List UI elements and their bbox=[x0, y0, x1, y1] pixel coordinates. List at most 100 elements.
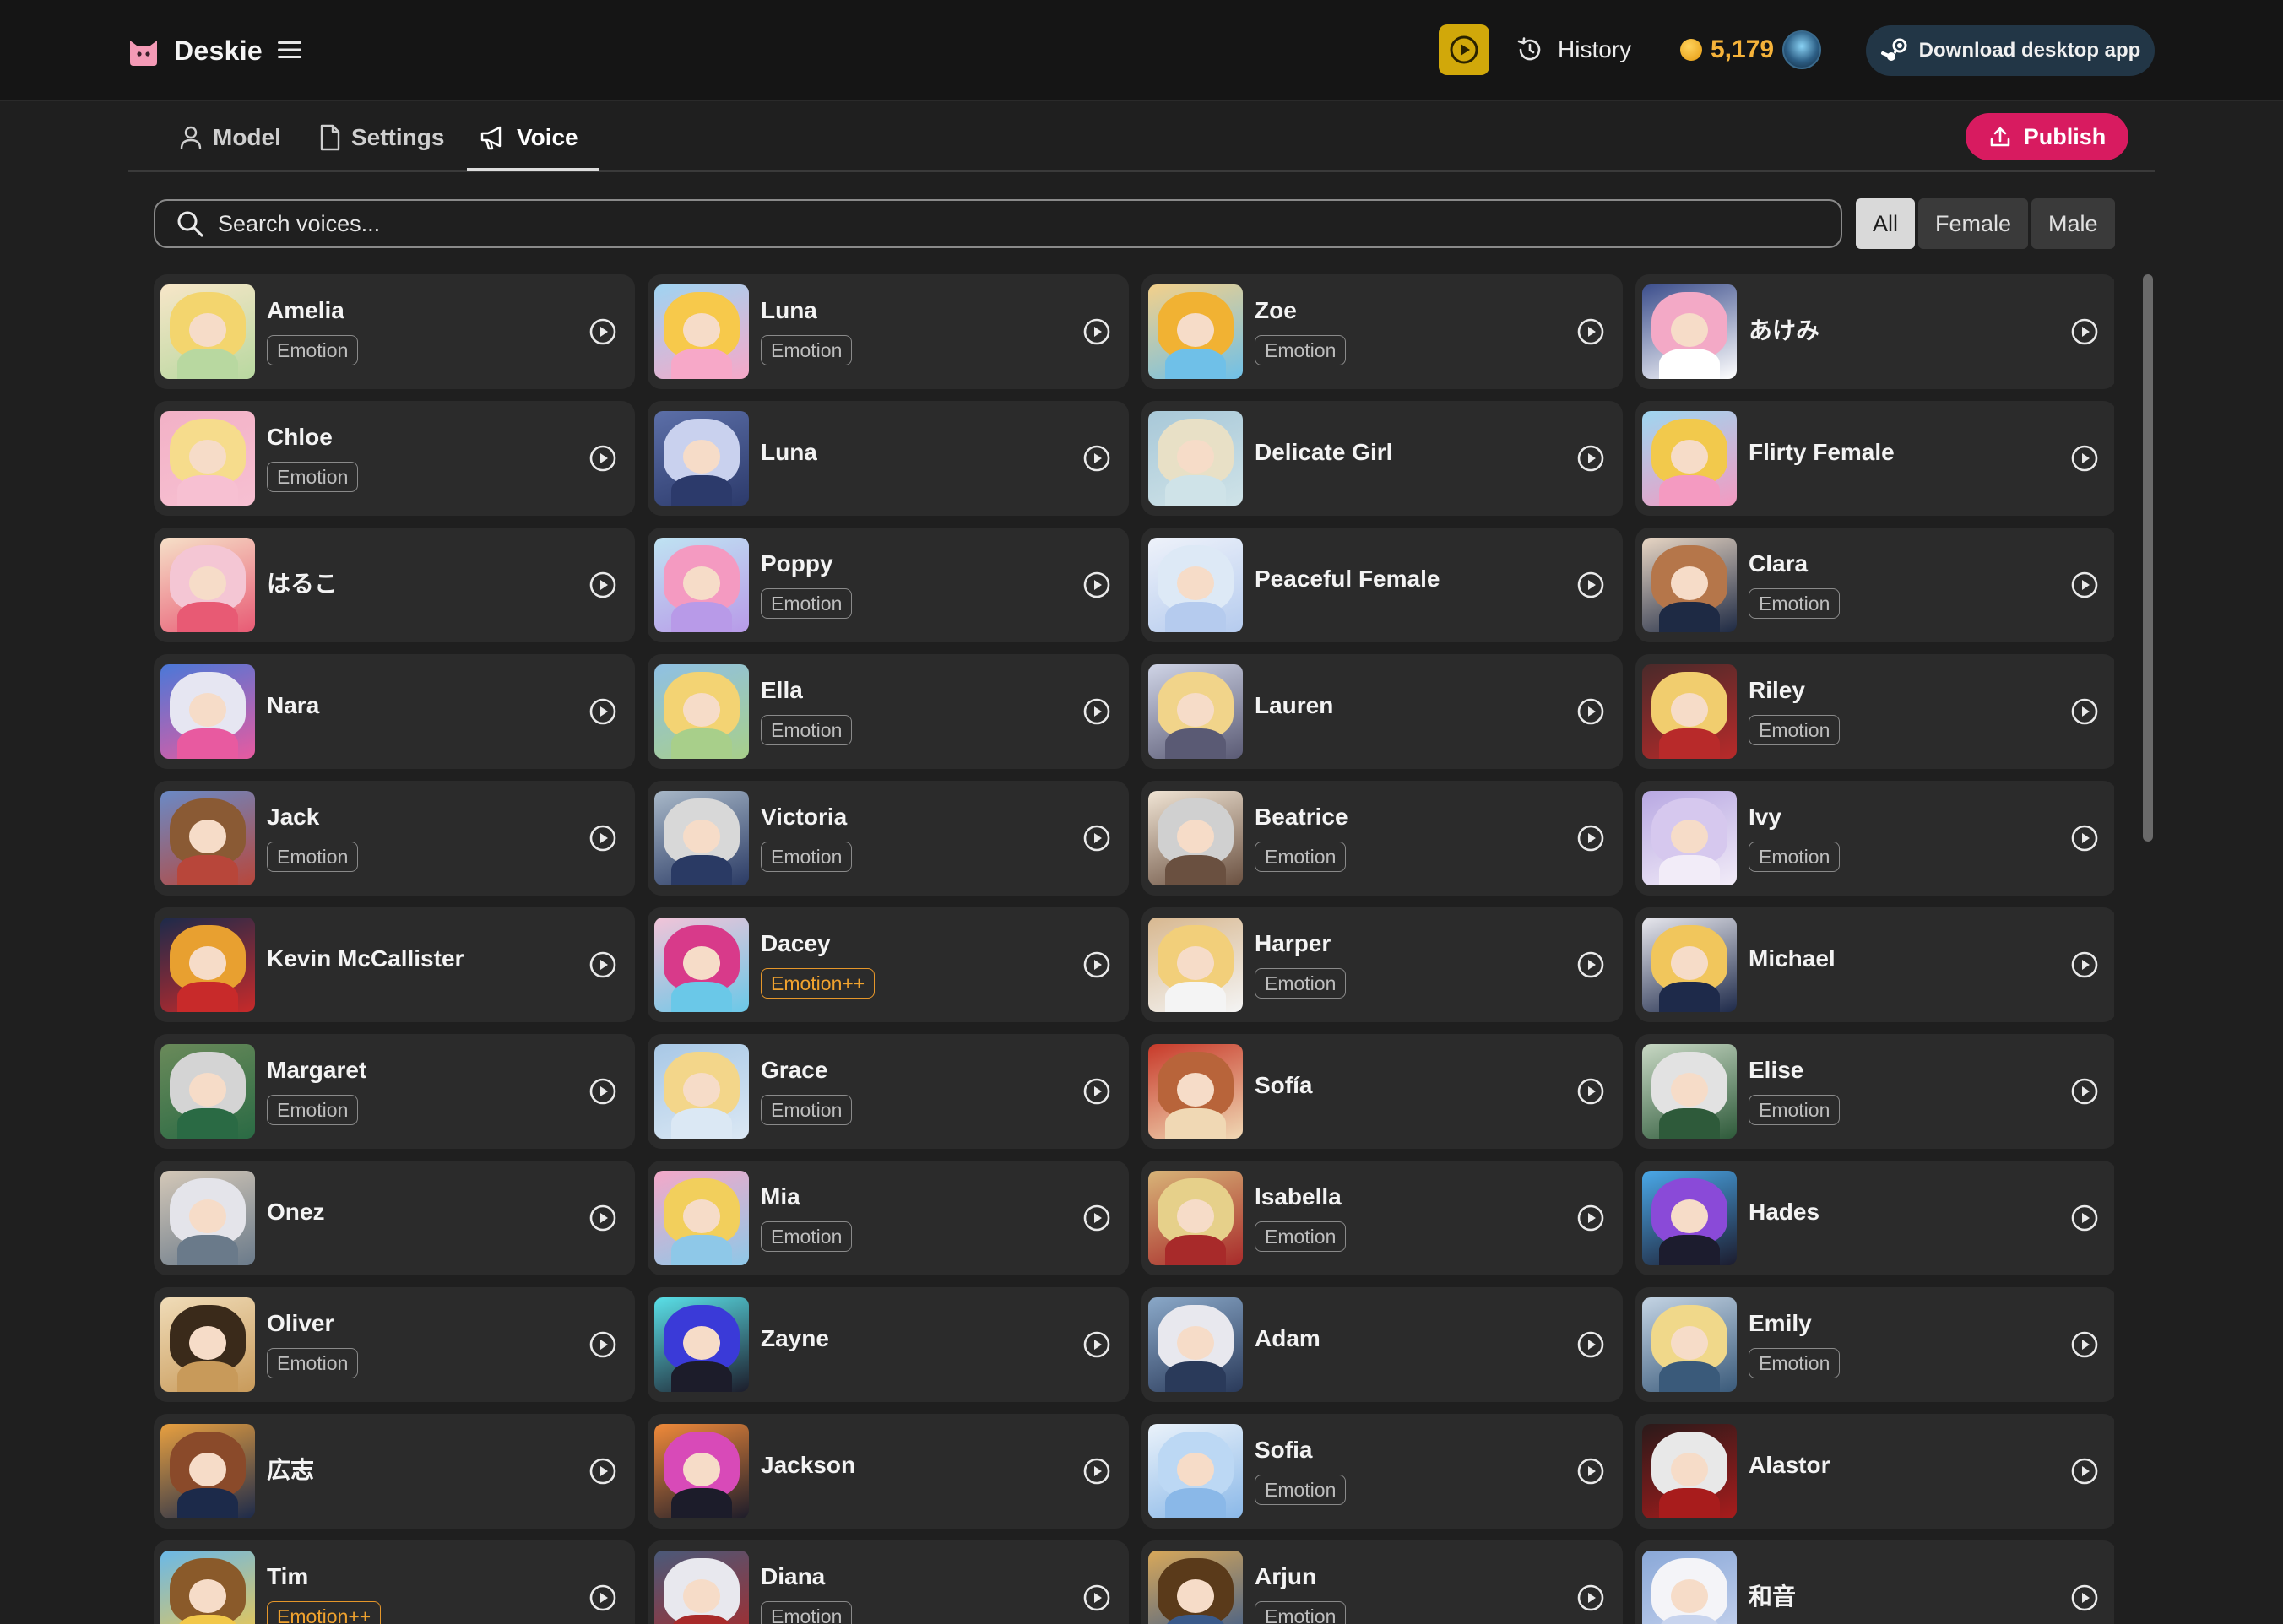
play-preview-icon[interactable] bbox=[588, 1583, 618, 1613]
voice-card[interactable]: Diana Emotion bbox=[648, 1540, 1129, 1624]
filter-female[interactable]: Female bbox=[1918, 198, 2029, 249]
search-input[interactable] bbox=[218, 210, 1841, 237]
voice-card[interactable]: Nara bbox=[154, 654, 635, 769]
voice-card[interactable]: Sofia Emotion bbox=[1142, 1414, 1623, 1529]
play-preview-icon[interactable] bbox=[2069, 1583, 2100, 1613]
play-preview-icon[interactable] bbox=[588, 823, 618, 853]
voice-card[interactable]: Peaceful Female bbox=[1142, 528, 1623, 642]
voice-card[interactable]: Margaret Emotion bbox=[154, 1034, 635, 1149]
user-avatar[interactable] bbox=[1782, 30, 1822, 69]
play-preview-icon[interactable] bbox=[1575, 317, 1606, 347]
play-button[interactable] bbox=[1439, 24, 1489, 75]
play-preview-icon[interactable] bbox=[1575, 696, 1606, 727]
voice-card[interactable]: Hades bbox=[1635, 1161, 2114, 1275]
voice-card[interactable]: Isabella Emotion bbox=[1142, 1161, 1623, 1275]
voice-card[interactable]: Tim Emotion++ bbox=[154, 1540, 635, 1624]
play-preview-icon[interactable] bbox=[588, 1329, 618, 1360]
play-preview-icon[interactable] bbox=[1575, 823, 1606, 853]
voice-card[interactable]: Grace Emotion bbox=[648, 1034, 1129, 1149]
voice-card[interactable]: 和音 bbox=[1635, 1540, 2114, 1624]
coin-balance[interactable]: 5,179 bbox=[1680, 29, 1822, 71]
play-preview-icon[interactable] bbox=[1575, 950, 1606, 980]
play-preview-icon[interactable] bbox=[588, 696, 618, 727]
voice-card[interactable]: Ivy Emotion bbox=[1635, 781, 2114, 896]
play-preview-icon[interactable] bbox=[588, 1076, 618, 1107]
scrollbar-thumb[interactable] bbox=[2143, 274, 2153, 842]
voice-card[interactable]: Emily Emotion bbox=[1635, 1287, 2114, 1402]
play-preview-icon[interactable] bbox=[588, 317, 618, 347]
play-preview-icon[interactable] bbox=[2069, 570, 2100, 600]
voice-card[interactable]: Luna Emotion bbox=[648, 274, 1129, 389]
voice-card[interactable]: Victoria Emotion bbox=[648, 781, 1129, 896]
voice-card[interactable]: Beatrice Emotion bbox=[1142, 781, 1623, 896]
voice-card[interactable]: 広志 bbox=[154, 1414, 635, 1529]
tab-voice[interactable]: Voice bbox=[480, 103, 578, 172]
voice-card[interactable]: Alastor bbox=[1635, 1414, 2114, 1529]
voice-card[interactable]: Delicate Girl bbox=[1142, 401, 1623, 516]
play-preview-icon[interactable] bbox=[1082, 1329, 1112, 1360]
play-preview-icon[interactable] bbox=[588, 1203, 618, 1233]
play-preview-icon[interactable] bbox=[2069, 1203, 2100, 1233]
voice-card[interactable]: Chloe Emotion bbox=[154, 401, 635, 516]
voice-card[interactable]: あけみ bbox=[1635, 274, 2114, 389]
filter-male[interactable]: Male bbox=[2031, 198, 2115, 249]
play-preview-icon[interactable] bbox=[1082, 696, 1112, 727]
play-preview-icon[interactable] bbox=[588, 1456, 618, 1486]
play-preview-icon[interactable] bbox=[2069, 1456, 2100, 1486]
voice-card[interactable]: Zoe Emotion bbox=[1142, 274, 1623, 389]
play-preview-icon[interactable] bbox=[1082, 823, 1112, 853]
play-preview-icon[interactable] bbox=[1575, 1583, 1606, 1613]
voice-card[interactable]: Ella Emotion bbox=[648, 654, 1129, 769]
voice-card[interactable]: Dacey Emotion++ bbox=[648, 907, 1129, 1022]
play-preview-icon[interactable] bbox=[2069, 1076, 2100, 1107]
play-preview-icon[interactable] bbox=[588, 570, 618, 600]
menu-button[interactable] bbox=[275, 35, 304, 64]
play-preview-icon[interactable] bbox=[1082, 1203, 1112, 1233]
play-preview-icon[interactable] bbox=[1575, 443, 1606, 474]
play-preview-icon[interactable] bbox=[2069, 823, 2100, 853]
history-button[interactable]: History bbox=[1516, 30, 1631, 69]
voice-card[interactable]: Riley Emotion bbox=[1635, 654, 2114, 769]
play-preview-icon[interactable] bbox=[1082, 570, 1112, 600]
voice-card[interactable]: Arjun Emotion bbox=[1142, 1540, 1623, 1624]
voice-card[interactable]: Zayne bbox=[648, 1287, 1129, 1402]
play-preview-icon[interactable] bbox=[2069, 1329, 2100, 1360]
tab-model[interactable]: Model bbox=[179, 103, 281, 172]
voice-card[interactable]: Poppy Emotion bbox=[648, 528, 1129, 642]
play-preview-icon[interactable] bbox=[2069, 950, 2100, 980]
play-preview-icon[interactable] bbox=[588, 950, 618, 980]
tab-settings[interactable]: Settings bbox=[319, 103, 444, 172]
play-preview-icon[interactable] bbox=[1082, 1456, 1112, 1486]
play-preview-icon[interactable] bbox=[1575, 1203, 1606, 1233]
play-preview-icon[interactable] bbox=[1082, 950, 1112, 980]
voice-card[interactable]: Jack Emotion bbox=[154, 781, 635, 896]
voice-card[interactable]: Sofía bbox=[1142, 1034, 1623, 1149]
voice-card[interactable]: Kevin McCallister bbox=[154, 907, 635, 1022]
voice-card[interactable]: Amelia Emotion bbox=[154, 274, 635, 389]
play-preview-icon[interactable] bbox=[2069, 317, 2100, 347]
brand[interactable]: Deskie bbox=[127, 31, 263, 70]
voice-card[interactable]: Oliver Emotion bbox=[154, 1287, 635, 1402]
play-preview-icon[interactable] bbox=[1082, 1076, 1112, 1107]
play-preview-icon[interactable] bbox=[2069, 696, 2100, 727]
voice-card[interactable]: Flirty Female bbox=[1635, 401, 2114, 516]
play-preview-icon[interactable] bbox=[1575, 1329, 1606, 1360]
voice-card[interactable]: Clara Emotion bbox=[1635, 528, 2114, 642]
voice-card[interactable]: Harper Emotion bbox=[1142, 907, 1623, 1022]
voice-card[interactable]: Adam bbox=[1142, 1287, 1623, 1402]
voice-card[interactable]: Jackson bbox=[648, 1414, 1129, 1529]
voice-card[interactable]: Luna bbox=[648, 401, 1129, 516]
play-preview-icon[interactable] bbox=[1575, 570, 1606, 600]
play-preview-icon[interactable] bbox=[1082, 443, 1112, 474]
voice-card[interactable]: Michael bbox=[1635, 907, 2114, 1022]
play-preview-icon[interactable] bbox=[2069, 443, 2100, 474]
voice-card[interactable]: Mia Emotion bbox=[648, 1161, 1129, 1275]
play-preview-icon[interactable] bbox=[1575, 1456, 1606, 1486]
voice-card[interactable]: Elise Emotion bbox=[1635, 1034, 2114, 1149]
voice-card[interactable]: はるこ bbox=[154, 528, 635, 642]
download-desktop-app-button[interactable]: Download desktop app bbox=[1866, 25, 2155, 76]
voice-card[interactable]: Lauren bbox=[1142, 654, 1623, 769]
play-preview-icon[interactable] bbox=[1082, 317, 1112, 347]
voice-card[interactable]: Onez bbox=[154, 1161, 635, 1275]
publish-button[interactable]: Publish bbox=[1966, 113, 2128, 160]
